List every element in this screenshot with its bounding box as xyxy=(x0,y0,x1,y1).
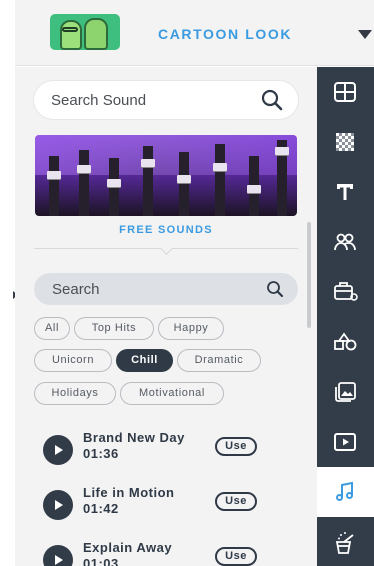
track-row: Brand New Day 01:36 Use xyxy=(43,430,293,470)
play-icon[interactable] xyxy=(43,490,73,520)
fader-knob xyxy=(107,179,121,187)
character-face-right xyxy=(84,18,108,50)
filter-chip-dramatic[interactable]: Dramatic xyxy=(177,349,261,372)
fader-knob xyxy=(141,159,155,167)
video-icon xyxy=(334,433,356,451)
filter-chip-chill[interactable]: Chill xyxy=(116,349,173,372)
fader-knob xyxy=(247,185,261,193)
cartoon-look-editor: CARTOON LOOK Search Sound FREE SOUNDS Se… xyxy=(0,0,374,566)
sidebar-item-music[interactable] xyxy=(317,467,374,517)
play-icon[interactable] xyxy=(43,545,73,566)
template-header[interactable]: CARTOON LOOK xyxy=(15,0,374,66)
music-icon xyxy=(336,481,353,501)
use-track-button[interactable]: Use xyxy=(215,492,257,511)
divider-notch xyxy=(160,242,173,255)
sidebar-item-layout[interactable] xyxy=(317,67,374,117)
fader xyxy=(49,156,59,216)
character-face-left xyxy=(60,20,82,50)
filter-chip-all[interactable]: All xyxy=(34,317,70,340)
search-icon[interactable] xyxy=(266,280,284,298)
images-icon xyxy=(335,382,356,402)
sidebar-item-effects[interactable] xyxy=(317,517,374,566)
characters-icon xyxy=(334,233,356,251)
text-icon xyxy=(337,184,353,200)
panel-scrollbar[interactable] xyxy=(307,222,311,328)
sidebar-item-text[interactable] xyxy=(317,167,374,217)
fader xyxy=(179,152,189,216)
fader xyxy=(109,158,119,216)
sidebar-item-video[interactable] xyxy=(317,417,374,467)
play-icon[interactable] xyxy=(43,435,73,465)
track-name: Explain Away xyxy=(83,540,173,555)
track-duration: 01:36 xyxy=(83,446,119,461)
search-placeholder: Search xyxy=(52,281,100,298)
sidebar-item-characters[interactable] xyxy=(317,217,374,267)
props-icon xyxy=(334,282,358,301)
search-sound-input[interactable]: Search Sound xyxy=(34,81,298,119)
filter-chip-unicorn[interactable]: Unicorn xyxy=(34,349,112,372)
sidebar-item-shapes[interactable] xyxy=(317,317,374,367)
track-name: Brand New Day xyxy=(83,430,185,445)
caret-down-icon[interactable] xyxy=(358,30,372,39)
filter-chip-top-hits[interactable]: Top Hits xyxy=(74,317,154,340)
fader xyxy=(79,150,89,216)
use-track-button[interactable]: Use xyxy=(215,437,257,456)
search-icon[interactable] xyxy=(261,89,283,111)
shapes-icon xyxy=(334,332,357,351)
fader-knob xyxy=(47,171,61,179)
glasses-shape xyxy=(62,27,78,32)
fader-knob xyxy=(177,175,191,183)
free-sounds-banner[interactable] xyxy=(35,135,297,216)
cartoon-faces-thumbnail[interactable] xyxy=(50,14,120,50)
search-sound-placeholder: Search Sound xyxy=(51,92,147,109)
filter-chip-happy[interactable]: Happy xyxy=(158,317,224,340)
fader xyxy=(143,146,153,216)
filter-chip-holidays[interactable]: Holidays xyxy=(34,382,116,405)
fader-knob xyxy=(275,147,289,155)
tool-sidebar xyxy=(317,67,374,566)
template-title[interactable]: CARTOON LOOK xyxy=(158,26,292,42)
fader-knob xyxy=(77,165,91,173)
magic-effects-icon xyxy=(335,532,354,554)
filter-chip-motivational[interactable]: Motivational xyxy=(120,382,224,405)
background-pattern-icon xyxy=(336,133,354,151)
track-duration: 01:42 xyxy=(83,501,119,516)
track-row: Explain Away 01:03 Use xyxy=(43,540,293,566)
track-name: Life in Motion xyxy=(83,485,175,500)
search-input[interactable]: Search xyxy=(34,273,298,305)
sidebar-item-props[interactable] xyxy=(317,267,374,317)
fader xyxy=(215,144,225,216)
sidebar-item-images[interactable] xyxy=(317,367,374,417)
track-row: Life in Motion 01:42 Use xyxy=(43,485,293,525)
free-sounds-label[interactable]: FREE SOUNDS xyxy=(15,224,317,236)
fader-knob xyxy=(213,163,227,171)
use-track-button[interactable]: Use xyxy=(215,547,257,566)
track-duration: 01:03 xyxy=(83,556,119,566)
sounds-panel: Search Sound FREE SOUNDS Search All Top … xyxy=(15,67,317,566)
layout-icon xyxy=(334,82,356,102)
sidebar-item-background[interactable] xyxy=(317,117,374,167)
